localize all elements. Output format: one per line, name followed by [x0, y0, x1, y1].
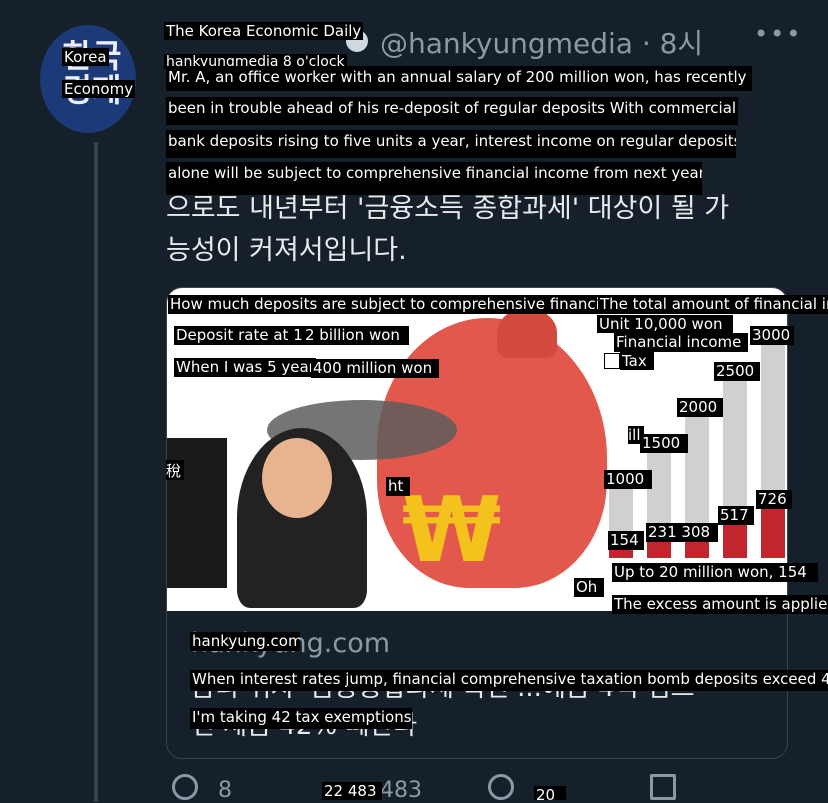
card-title-line-2[interactable]: I'm taking 42 tax exemptions [190, 708, 412, 729]
avatar-label-economy: Economy [62, 80, 136, 98]
card-domain[interactable]: hankyung.com [190, 632, 300, 651]
chart-footnote-1: Up to 20 million won, 154 [612, 563, 818, 582]
tweet-actions: 8 483 [166, 770, 806, 803]
tax-label-517: 517 [718, 506, 754, 525]
axis-label-2500: 2500 [714, 362, 760, 381]
tax-label-154: 154 [608, 531, 644, 550]
like-count: 20 [534, 786, 566, 800]
axis-label-3000: 3000 [750, 326, 794, 345]
ht-label: ht [386, 477, 410, 496]
chart-title: The total amount of financial income [598, 295, 828, 314]
chart-footnote-2: The excess amount is applied [612, 595, 828, 614]
tweet-line-1: Mr. A, an office worker with an annual s… [166, 66, 752, 91]
share-icon[interactable] [650, 774, 676, 800]
tax-character: 稅 [166, 460, 184, 480]
tax-bar-5 [761, 504, 785, 558]
thread-line [94, 142, 98, 802]
avatar-label-korea: Korea [62, 48, 109, 66]
legend-income: Financial income [614, 333, 748, 352]
tax-label-726: 726 [756, 490, 792, 509]
card-image-title: How much deposits are subject to compreh… [168, 295, 602, 314]
won-symbol: ₩ [402, 478, 502, 583]
tweet-line-2: been in trouble ahead of his re-deposit … [166, 97, 738, 125]
reply-count: 8 [218, 778, 232, 803]
reply-icon[interactable] [172, 774, 198, 800]
deposit-rate-label: Deposit rate at 1 [174, 326, 312, 345]
axis-label-1000: 1000 [604, 470, 652, 489]
tax-label-231-308: 231 308 [646, 523, 718, 542]
man-face [262, 438, 332, 518]
tweet-line-4: alone will be subject to comprehensive f… [166, 162, 702, 195]
chart-unit: Unit 10,000 won [597, 315, 733, 333]
tax-bar-2 [647, 540, 671, 558]
account-name[interactable]: The Korea Economic Daily [164, 22, 364, 40]
account-handle[interactable]: @hankyungmedia · 8시 [380, 22, 703, 62]
years-value: 400 million won [311, 359, 439, 378]
more-options-icon[interactable]: ••• [754, 20, 802, 48]
retweet-count: 483 [380, 778, 422, 803]
tweet-line-3: bank deposits rising to five units a yea… [166, 130, 736, 158]
card-title-line-1[interactable]: When interest rates jump, financial comp… [190, 670, 828, 691]
oh-label: Oh [574, 578, 604, 597]
axis-label-2000: 2000 [677, 398, 723, 417]
retweet-count-overlay[interactable]: 22 483 [322, 782, 382, 800]
avatar[interactable]: 한국 경제 [40, 25, 136, 133]
deposit-rate-value: 2 billion won [303, 326, 409, 345]
tweet-line-6: 능성이 커져서입니다. [166, 235, 407, 266]
years-label: When I was 5 year [174, 358, 316, 377]
axis-label-1500: 1500 [640, 434, 688, 453]
legend-tax-swatch [604, 353, 620, 369]
pig-ear [497, 308, 557, 358]
like-icon[interactable] [488, 774, 514, 800]
tax-bar-4 [723, 520, 747, 558]
legend-tax: Tax [620, 352, 654, 370]
